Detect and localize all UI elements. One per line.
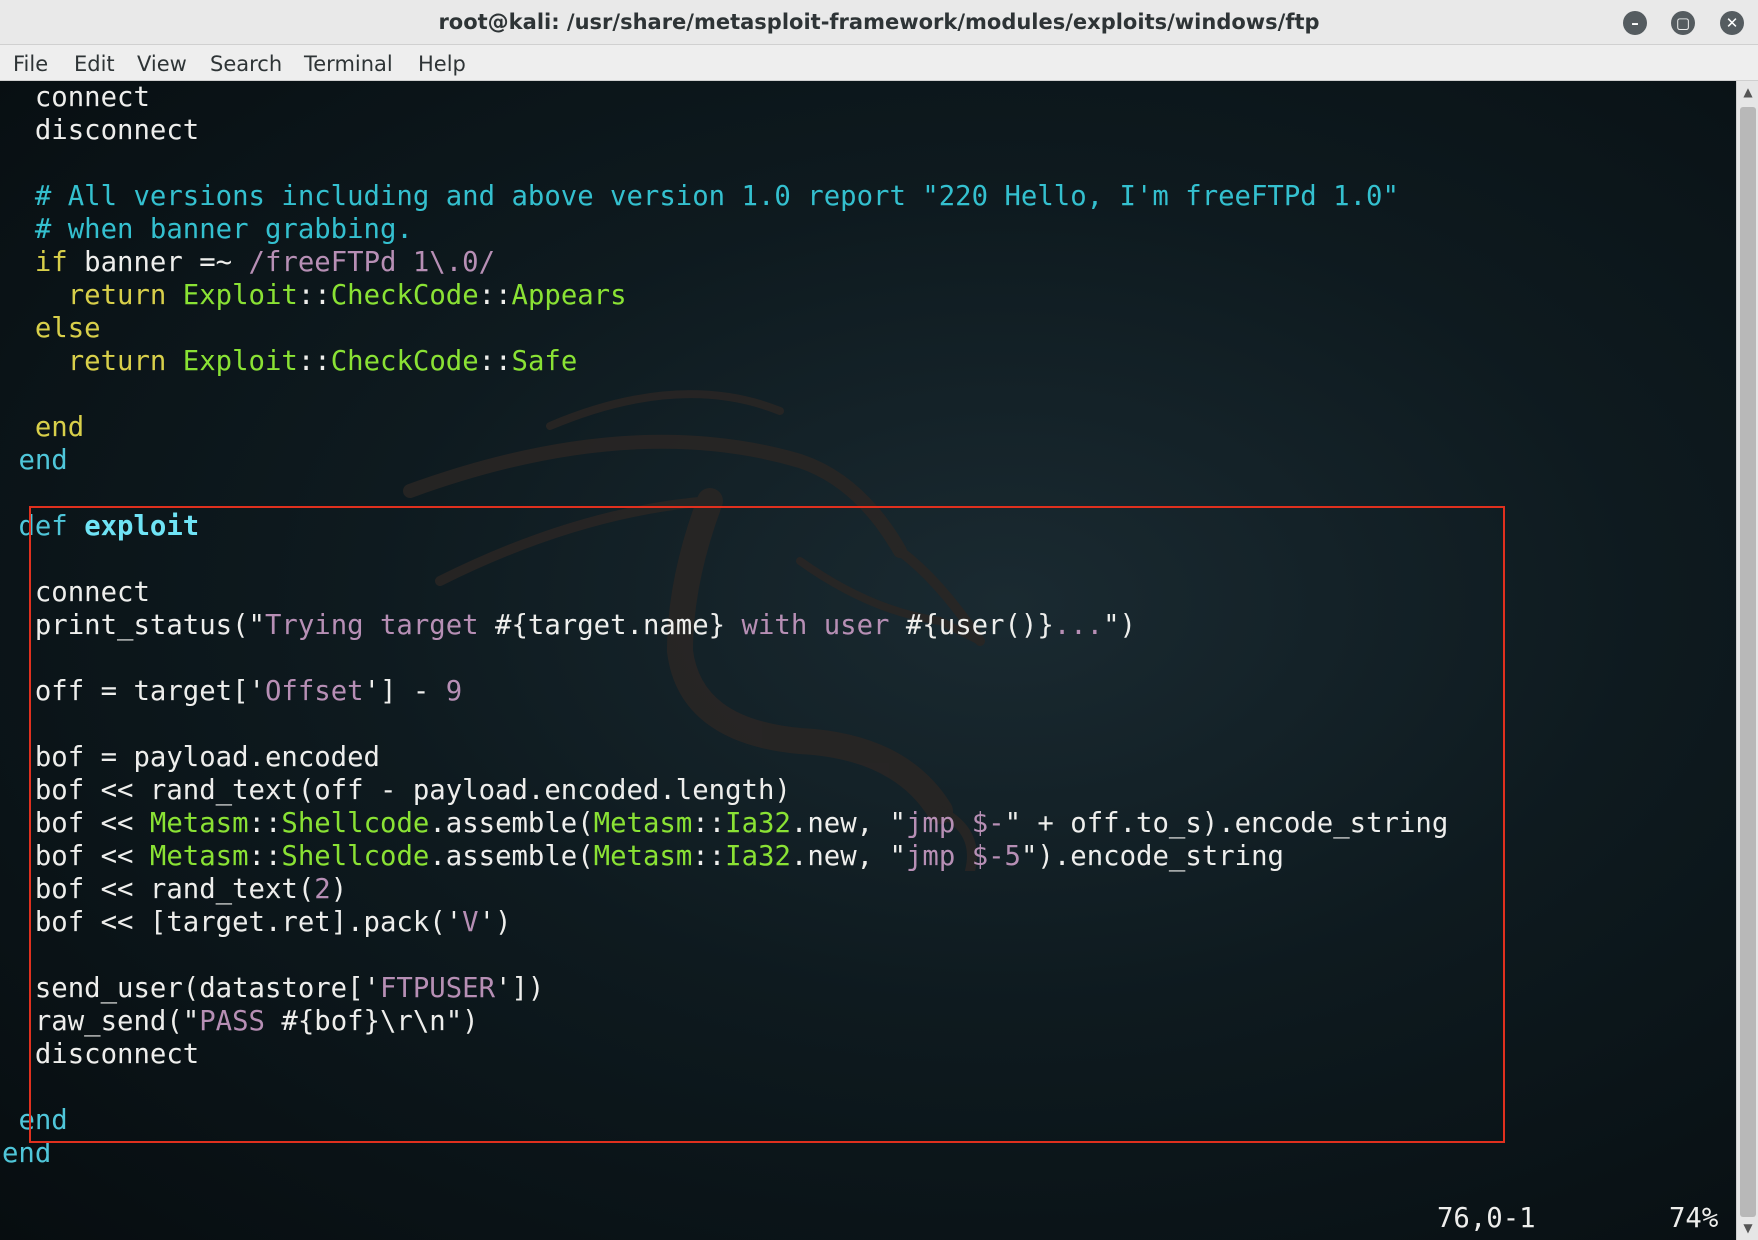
code-token: CheckCode <box>330 280 479 311</box>
code-token: Exploit <box>182 280 298 311</box>
menu-help[interactable]: Help <box>418 50 466 78</box>
scrollbar-thumb[interactable] <box>1740 107 1756 1217</box>
menu-view[interactable]: View <box>137 50 187 78</box>
window-title: root@kali: /usr/share/metasploit-framewo… <box>438 10 1320 34</box>
code-token: if <box>34 247 68 278</box>
code-token: end <box>18 445 68 476</box>
code-line: end <box>2 411 1732 444</box>
code-token: Safe <box>511 346 578 377</box>
terminal-view[interactable]: connect disconnect # All versions includ… <box>0 81 1736 1240</box>
code-token: end <box>34 412 85 443</box>
code-token: # when banner grabbing. <box>2 214 413 245</box>
code-token: :: <box>297 346 331 377</box>
menu-terminal[interactable]: Terminal <box>304 50 393 78</box>
code-token: # All versions including and above versi… <box>2 181 1399 212</box>
scroll-percent: 74% <box>1669 1203 1719 1234</box>
code-token: return <box>67 280 167 311</box>
code-token: else <box>34 313 101 344</box>
exploit-method-highlight <box>29 506 1505 1143</box>
cursor-position: 76,0-1 <box>1437 1203 1536 1234</box>
scrollbar[interactable]: ▲ ▼ <box>1736 81 1758 1240</box>
code-line: connect <box>2 81 1732 114</box>
code-line: end <box>2 444 1732 477</box>
code-token: CheckCode <box>330 346 479 377</box>
minimize-icon[interactable]: – <box>1623 11 1647 35</box>
code-token: return <box>67 346 167 377</box>
menu-search[interactable]: Search <box>210 50 282 78</box>
menu-bar: File Edit View Search Terminal Help <box>0 45 1758 81</box>
menu-edit[interactable]: Edit <box>74 50 115 78</box>
maximize-icon[interactable]: ▢ <box>1671 11 1695 35</box>
terminal-window: root@kali: /usr/share/metasploit-framewo… <box>0 0 1758 1240</box>
scroll-down-icon[interactable]: ▼ <box>1739 1221 1757 1235</box>
code-token: Appears <box>511 280 627 311</box>
title-bar[interactable]: root@kali: /usr/share/metasploit-framewo… <box>0 0 1758 45</box>
code-line: if banner =~ /freeFTPd 1\.0/ <box>2 246 1732 279</box>
code-line: disconnect <box>2 114 1732 147</box>
close-icon[interactable]: ✕ <box>1720 11 1744 35</box>
code-token: banner =~ <box>67 247 249 278</box>
code-token: /freeFTPd 1\.0/ <box>248 247 496 278</box>
code-token: connect <box>2 82 150 113</box>
menu-file[interactable]: File <box>13 50 48 78</box>
vim-status-line: 76,0-1 74% <box>0 1203 1736 1236</box>
code-token: disconnect <box>2 115 200 146</box>
code-line: return Exploit::CheckCode::Safe <box>2 345 1732 378</box>
code-line: # All versions including and above versi… <box>2 180 1732 213</box>
code-line: else <box>2 312 1732 345</box>
code-token: :: <box>478 280 512 311</box>
code-line: # when banner grabbing. <box>2 213 1732 246</box>
code-token: :: <box>478 346 512 377</box>
code-token: :: <box>297 280 331 311</box>
code-token: Exploit <box>182 346 298 377</box>
scroll-up-icon[interactable]: ▲ <box>1739 85 1757 99</box>
code-line: return Exploit::CheckCode::Appears <box>2 279 1732 312</box>
